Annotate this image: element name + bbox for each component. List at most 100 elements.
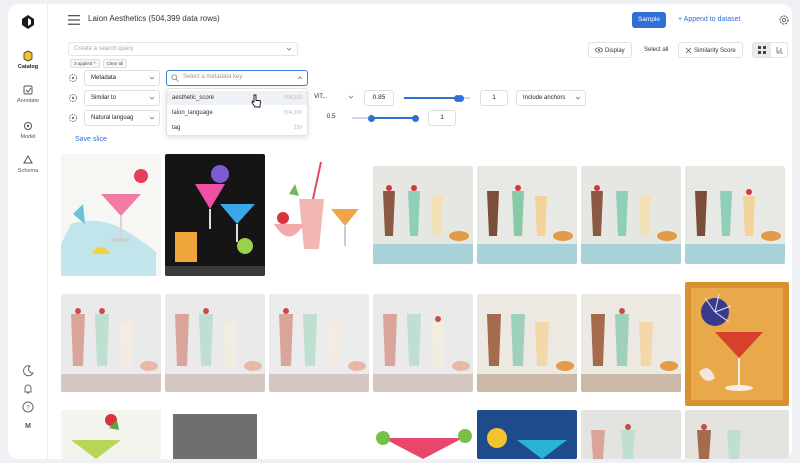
threshold-slider[interactable] bbox=[352, 114, 419, 122]
metadata-key-placeholder: Select a metadata key bbox=[183, 74, 243, 80]
cocktail-image bbox=[685, 282, 789, 406]
cocktail-image bbox=[61, 294, 161, 392]
option-count: 504,399 bbox=[283, 95, 302, 101]
dropdown-option-tag[interactable]: tag 239 bbox=[167, 121, 307, 135]
threshold-input[interactable]: 0.85 bbox=[364, 90, 394, 106]
main-area: Laion Aesthetics (504,399 data rows) Sam… bbox=[48, 4, 792, 459]
gear-icon[interactable] bbox=[68, 113, 78, 123]
applied-chip[interactable]: 3 applied ^ bbox=[70, 59, 100, 68]
image-tile[interactable] bbox=[373, 166, 473, 264]
clear-all-chip[interactable]: Clear all bbox=[102, 59, 128, 68]
slider-knob[interactable] bbox=[456, 94, 464, 102]
cocktail-image bbox=[61, 154, 161, 276]
schema-icon bbox=[23, 154, 33, 164]
filter-chips: 3 applied ^ Clear all bbox=[70, 59, 130, 68]
image-tile[interactable] bbox=[165, 410, 265, 459]
image-tile[interactable] bbox=[373, 294, 473, 392]
image-tile[interactable] bbox=[477, 410, 577, 459]
header: Laion Aesthetics (504,399 data rows) Sam… bbox=[48, 4, 792, 36]
filter-field-select[interactable]: Natural languag bbox=[84, 110, 160, 126]
chevron-down-icon[interactable] bbox=[286, 46, 292, 52]
help-icon[interactable]: ? bbox=[21, 400, 35, 414]
threshold-slider[interactable] bbox=[404, 94, 470, 102]
chevron-down-icon bbox=[149, 116, 155, 120]
bell-icon[interactable] bbox=[21, 382, 35, 396]
option-label: tag bbox=[172, 125, 181, 131]
hand-cursor-icon bbox=[251, 94, 261, 108]
cocktail-image bbox=[373, 166, 473, 264]
app-window: Catalog Annotate Model Schema ? M Laion … bbox=[8, 4, 792, 459]
gear-icon[interactable] bbox=[778, 14, 790, 26]
chart-icon[interactable] bbox=[776, 46, 784, 54]
image-tile[interactable] bbox=[685, 166, 785, 264]
search-icon bbox=[171, 74, 179, 82]
image-grid bbox=[61, 154, 791, 459]
include-anchors-select[interactable]: Include anchors bbox=[516, 90, 586, 106]
display-button[interactable]: Display bbox=[588, 42, 632, 58]
image-tile[interactable] bbox=[685, 282, 789, 406]
image-tile[interactable] bbox=[61, 410, 161, 459]
save-slice-link[interactable]: Save slice bbox=[75, 136, 107, 143]
display-label: Display bbox=[605, 48, 625, 54]
dropdown-option-laion-language[interactable]: laion_language 504,399 bbox=[167, 106, 307, 120]
rail-item-annotate[interactable]: Annotate bbox=[8, 84, 48, 104]
grid-icon bbox=[758, 46, 766, 54]
cocktail-image bbox=[685, 410, 789, 459]
app-logo-icon[interactable] bbox=[20, 14, 36, 30]
cocktail-image bbox=[581, 166, 681, 264]
dropdown-option-aesthetic-score[interactable]: aesthetic_score 504,399 bbox=[167, 91, 307, 105]
count-input[interactable]: 1 bbox=[480, 90, 508, 106]
image-tile[interactable] bbox=[581, 410, 681, 459]
image-tile[interactable] bbox=[477, 294, 577, 392]
filter-field-select[interactable]: Metadata bbox=[84, 70, 160, 86]
metadata-key-dropdown: aesthetic_score 504,399 laion_language 504… bbox=[166, 88, 308, 136]
svg-text:?: ? bbox=[26, 406, 30, 412]
left-rail: Catalog Annotate Model Schema ? M bbox=[8, 4, 48, 459]
view-toggle bbox=[752, 42, 788, 58]
menu-icon[interactable] bbox=[68, 15, 80, 25]
similarity-score-button[interactable]: Similarity Score bbox=[678, 42, 743, 58]
image-tile[interactable] bbox=[61, 154, 161, 276]
chevron-down-icon bbox=[149, 96, 155, 100]
user-avatar[interactable]: M bbox=[8, 423, 48, 430]
slider-knob[interactable] bbox=[412, 114, 419, 122]
chevron-down-icon bbox=[149, 76, 155, 80]
slider-knob[interactable] bbox=[368, 114, 375, 122]
append-to-dataset-button[interactable]: + Append to dataset bbox=[678, 13, 740, 27]
sample-button[interactable]: Sample bbox=[632, 12, 666, 28]
image-tile[interactable] bbox=[477, 166, 577, 264]
image-tile[interactable] bbox=[581, 294, 681, 392]
similarity-icon bbox=[685, 47, 692, 54]
cocktail-image bbox=[477, 166, 577, 264]
gear-icon[interactable] bbox=[68, 73, 78, 83]
chevron-down-icon bbox=[348, 95, 354, 99]
select-all-button[interactable]: Select all bbox=[638, 42, 675, 58]
cocktail-image bbox=[61, 410, 161, 459]
filter-field-value: Similar to bbox=[91, 95, 117, 101]
rail-item-schema[interactable]: Schema bbox=[8, 154, 48, 174]
image-tile[interactable] bbox=[373, 410, 473, 459]
catalog-icon bbox=[23, 50, 33, 62]
option-count: 239 bbox=[293, 125, 302, 131]
image-tile[interactable] bbox=[269, 154, 369, 276]
annotate-icon bbox=[23, 85, 33, 95]
threshold-input[interactable]: 0.5 bbox=[320, 110, 342, 126]
count-input[interactable]: 1 bbox=[428, 110, 456, 126]
similarity-label: Similarity Score bbox=[694, 48, 736, 54]
metadata-key-input[interactable]: Select a metadata key bbox=[166, 70, 308, 86]
image-tile[interactable] bbox=[269, 294, 369, 392]
image-tile[interactable] bbox=[581, 166, 681, 264]
rail-item-catalog[interactable]: Catalog bbox=[8, 50, 48, 70]
image-tile[interactable] bbox=[685, 410, 789, 459]
filter-row-similar: Similar to ViT... 0.85 1 Include anchors bbox=[68, 90, 608, 106]
filter-field-select[interactable]: Similar to bbox=[84, 90, 160, 106]
image-tile[interactable] bbox=[61, 294, 161, 392]
image-tile[interactable] bbox=[165, 294, 265, 392]
moon-icon[interactable] bbox=[21, 364, 35, 378]
search-query-input[interactable]: Create a search query bbox=[68, 42, 298, 56]
gear-icon[interactable] bbox=[68, 93, 78, 103]
image-tile[interactable] bbox=[165, 154, 265, 276]
model-select[interactable]: ViT... bbox=[308, 90, 358, 106]
rail-item-model[interactable]: Model bbox=[8, 120, 48, 140]
filter-field-value: Metadata bbox=[91, 75, 117, 81]
